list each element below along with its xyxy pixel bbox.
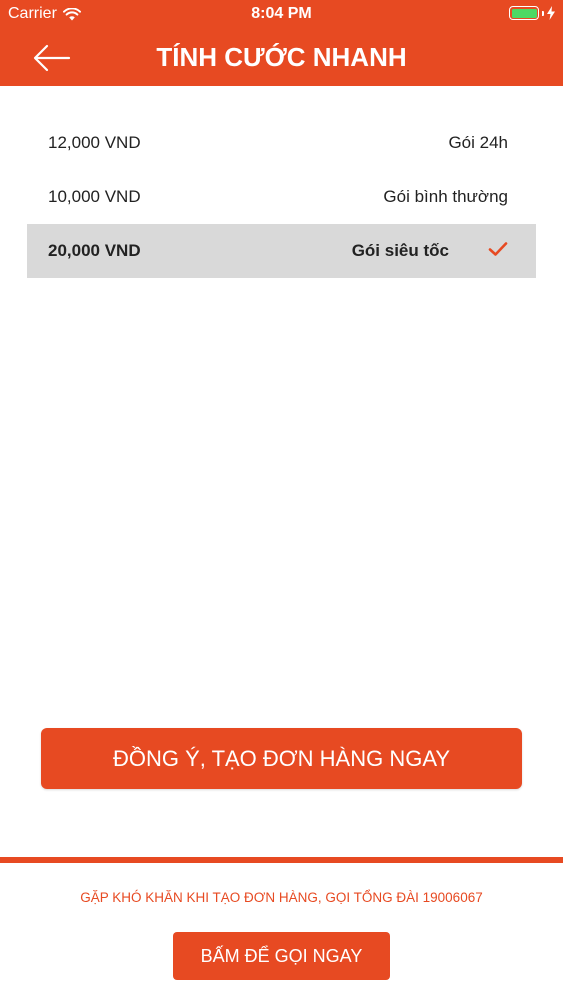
- price-option-express[interactable]: 20,000 VND Gói siêu tốc: [27, 224, 536, 278]
- price-option-normal[interactable]: 10,000 VND Gói bình thường: [27, 170, 536, 224]
- header: Carrier 8:04 PM TÍNH CƯỚC NHANH: [0, 0, 563, 86]
- page-title: TÍNH CƯỚC NHANH: [156, 42, 407, 72]
- price-amount: 10,000 VND: [48, 187, 141, 206]
- checkmark-icon: [488, 242, 508, 256]
- price-amount: 20,000 VND: [48, 241, 141, 260]
- bolt-icon: [547, 6, 555, 20]
- package-name: Gói siêu tốc: [351, 241, 449, 260]
- price-option-24h[interactable]: 12,000 VND Gói 24h: [27, 116, 536, 170]
- call-now-button[interactable]: BẤM ĐỂ GỌI NGAY: [173, 932, 390, 980]
- status-bar: Carrier 8:04 PM: [0, 0, 563, 30]
- confirm-create-order-button[interactable]: ĐỒNG Ý, TẠO ĐƠN HÀNG NGAY: [41, 728, 522, 789]
- help-text: GẶP KHÓ KHĂN KHI TẠO ĐƠN HÀNG, GỌI TỔNG …: [80, 890, 483, 905]
- battery-icon: [509, 6, 539, 20]
- battery-group: [509, 6, 555, 20]
- divider: [0, 857, 563, 863]
- nav-bar: TÍNH CƯỚC NHANH: [0, 30, 563, 86]
- package-name: Gói bình thường: [383, 187, 508, 206]
- package-name: Gói 24h: [448, 133, 508, 152]
- battery-cap: [542, 10, 544, 16]
- price-amount: 12,000 VND: [48, 133, 141, 152]
- status-time: 8:04 PM: [251, 5, 312, 22]
- price-list: 12,000 VND Gói 24h 10,000 VND Gói bình t…: [27, 116, 536, 278]
